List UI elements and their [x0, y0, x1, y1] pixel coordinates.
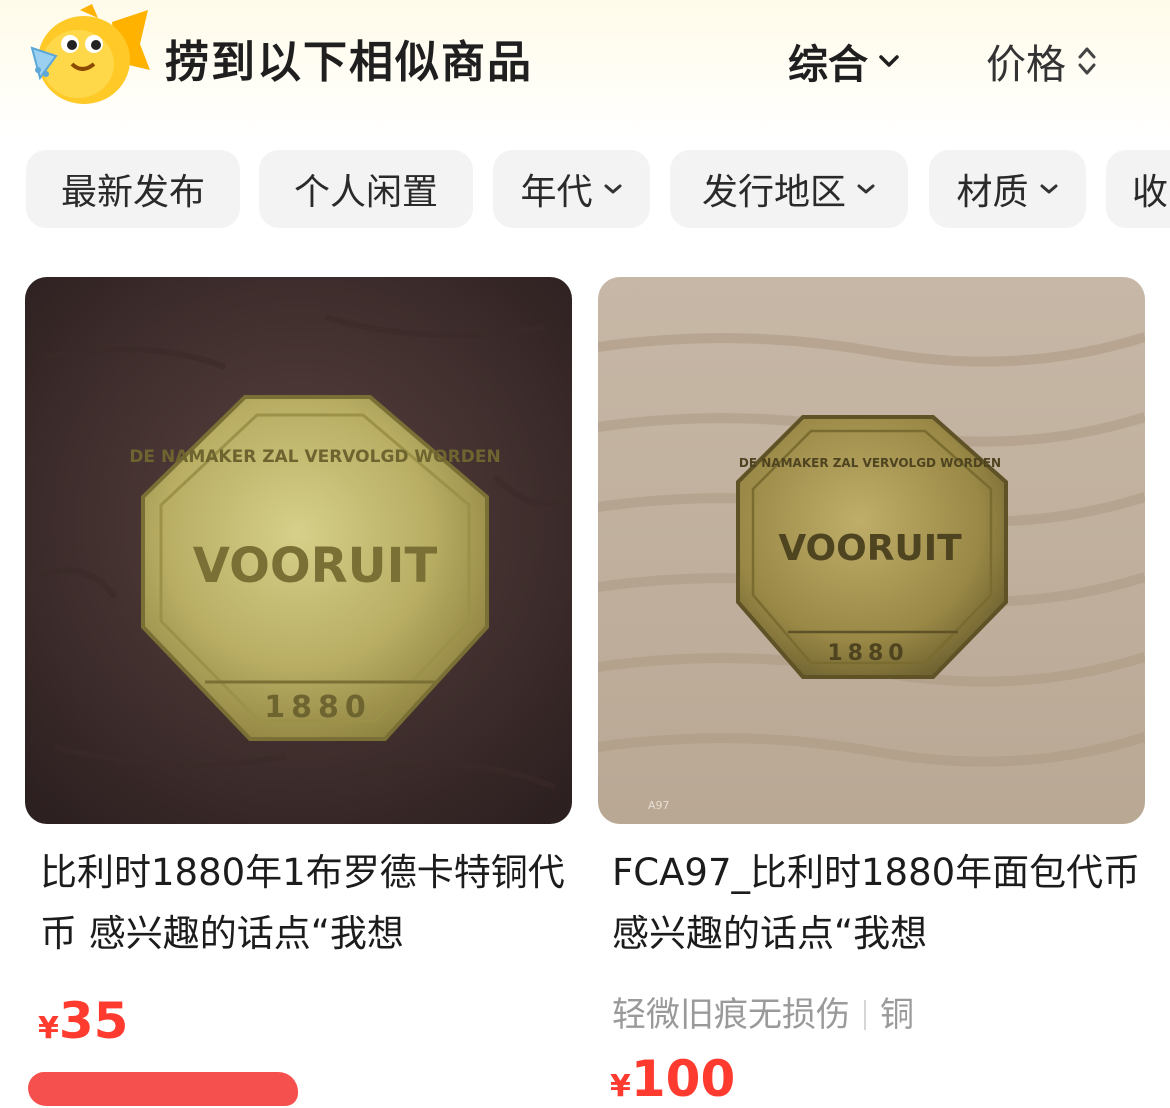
- chevron-down-icon: [857, 184, 875, 194]
- filter-chip-region[interactable]: 发行地区: [670, 150, 908, 228]
- product-image-1[interactable]: DE NAMAKER ZAL VERVOLGD WORDEN VOORUIT 1…: [25, 277, 572, 824]
- currency-symbol: ¥: [38, 1011, 59, 1046]
- product-price-1: ¥35: [38, 992, 128, 1050]
- coin-inscription-center: VOORUIT: [193, 538, 438, 594]
- currency-symbol: ¥: [610, 1069, 631, 1104]
- filter-chip-label: 最新发布: [60, 172, 205, 213]
- coin-year: 1880: [264, 690, 372, 725]
- filter-chip-label: 收: [1132, 172, 1169, 213]
- sort-arrows-icon: [1078, 47, 1096, 75]
- chevron-down-icon: [879, 55, 899, 67]
- chevron-down-icon: [1040, 184, 1057, 194]
- sort-price-label: 价格: [986, 42, 1066, 88]
- fish-mascot-icon: [30, 4, 150, 104]
- filter-chip-label: 年代: [520, 172, 593, 213]
- product-title-1[interactable]: 比利时1880年1布罗德卡特铜代币 感兴趣的话点“我想: [40, 842, 580, 964]
- product-title-2[interactable]: FCA97_比利时1880年面包代币 感兴趣的话点“我想: [612, 842, 1152, 964]
- filter-chip-era[interactable]: 年代: [493, 150, 650, 228]
- sort-comprehensive-button[interactable]: 综合: [788, 32, 900, 90]
- image-watermark: A97: [648, 799, 670, 812]
- tag-condition: 轻微旧痕无损伤: [612, 995, 850, 1035]
- filter-chip-material[interactable]: 材质: [929, 150, 1086, 228]
- coin-year: 1880: [827, 641, 908, 666]
- chevron-down-icon: [604, 184, 621, 194]
- tag-separator: [864, 1000, 866, 1030]
- filter-chip-latest[interactable]: 最新发布: [26, 150, 240, 228]
- product-image-2[interactable]: DE NAMAKER ZAL VERVOLGD WORDEN VOORUIT 1…: [598, 277, 1145, 824]
- filter-chip-label: 发行地区: [701, 172, 846, 213]
- filter-chip-row: 最新发布 个人闲置 年代 发行地区 材质 收: [0, 150, 1170, 230]
- price-value: 35: [58, 992, 129, 1050]
- sort-comprehensive-label: 综合: [788, 42, 868, 88]
- product-price-2: ¥100: [610, 1050, 735, 1108]
- sort-price-button[interactable]: 价格: [986, 32, 1098, 90]
- coin-inscription-top: DE NAMAKER ZAL VERVOLGD WORDEN: [739, 456, 1001, 470]
- price-value: 100: [630, 1050, 736, 1108]
- filter-chip-collect[interactable]: 收: [1106, 150, 1170, 228]
- filter-chip-label: 个人闲置: [293, 172, 438, 213]
- filter-chip-personal[interactable]: 个人闲置: [259, 150, 473, 228]
- header-bar: 捞到以下相似商品 综合 价格: [0, 0, 1170, 140]
- coin-inscription-top: DE NAMAKER ZAL VERVOLGD WORDEN: [129, 447, 500, 467]
- product-tags-2: 轻微旧痕无损伤铜: [612, 987, 914, 1036]
- tag-material: 铜: [880, 995, 914, 1035]
- redacted-seller-info: [28, 1072, 298, 1106]
- coin-inscription-center: VOORUIT: [778, 528, 962, 569]
- filter-chip-label: 材质: [956, 172, 1029, 213]
- page-title: 捞到以下相似商品: [165, 37, 533, 88]
